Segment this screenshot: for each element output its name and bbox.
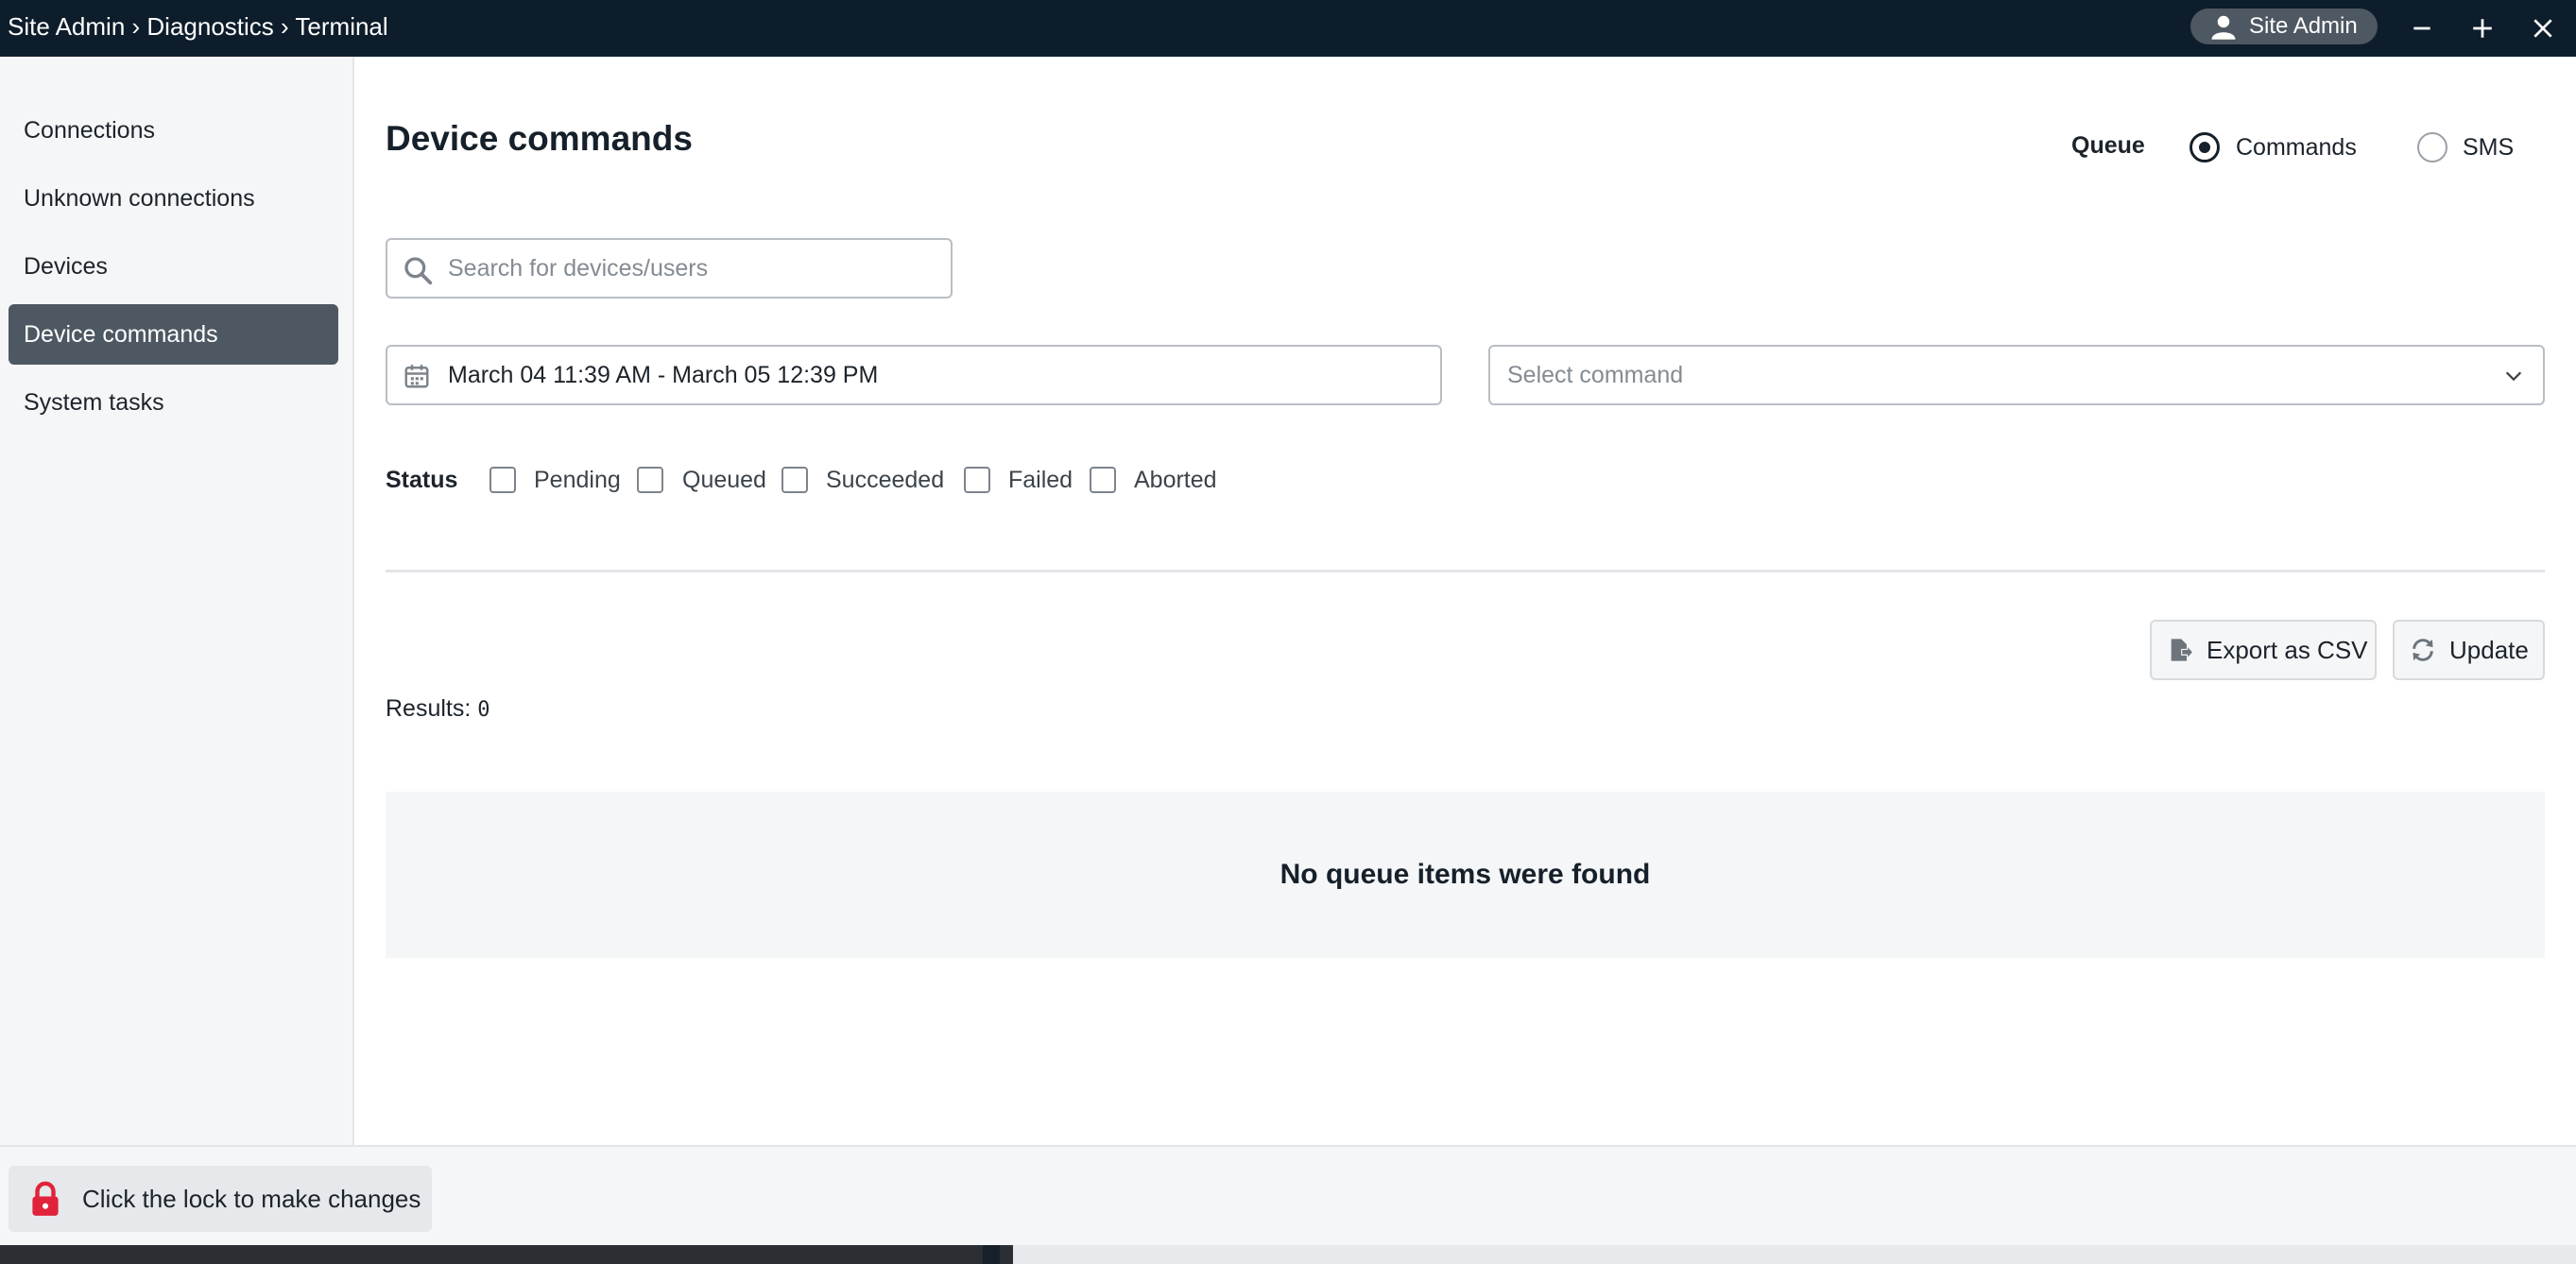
sidebar-item-system-tasks[interactable]: System tasks (9, 372, 338, 433)
status-checkbox-queued[interactable] (637, 467, 663, 493)
lock-button[interactable]: Click the lock to make changes (9, 1166, 432, 1232)
file-export-icon (2171, 639, 2192, 661)
empty-state: No queue items were found (386, 792, 2545, 958)
queue-radio-sms[interactable] (2417, 132, 2447, 162)
results-count: Results: 0 (386, 695, 490, 723)
results-value: 0 (477, 698, 490, 722)
close-icon (2533, 19, 2552, 38)
status-label-pending[interactable]: Pending (534, 465, 621, 495)
chevron-down-icon (2505, 371, 2522, 382)
app-window: Site Admin › Diagnostics › Terminal Site… (0, 0, 2576, 1245)
status-checkbox-aborted[interactable] (1090, 467, 1116, 493)
status-label-failed[interactable]: Failed (1008, 465, 1073, 495)
sidebar: Connections Unknown connections Devices … (0, 57, 354, 1145)
status-checkbox-succeeded[interactable] (781, 467, 808, 493)
background-pane (1013, 1245, 2576, 1264)
command-select-placeholder: Select command (1507, 362, 1684, 388)
footer-bar: Click the lock to make changes (0, 1145, 2576, 1245)
lock-label: Click the lock to make changes (82, 1184, 421, 1213)
search-field (386, 238, 953, 299)
status-label: Status (386, 467, 458, 493)
close-button[interactable] (2524, 9, 2562, 47)
refresh-icon (2413, 639, 2433, 661)
maximize-button[interactable] (2464, 9, 2501, 47)
background-window-strip (0, 1245, 2576, 1264)
sidebar-item-connections[interactable]: Connections (9, 100, 338, 161)
maximize-icon (2473, 19, 2492, 38)
update-button[interactable]: Update (2393, 620, 2545, 680)
main-content: Device commands Queue Commands SMS Searc… (356, 57, 2576, 1145)
page-title: Device commands (386, 119, 693, 158)
minimize-icon (2413, 26, 2430, 30)
user-menu-button[interactable]: Site Admin (2190, 9, 2378, 44)
title-bar: Site Admin › Diagnostics › Terminal Site… (0, 0, 2576, 57)
lock-icon (32, 1181, 59, 1216)
queue-radio-sms-label[interactable]: SMS (2463, 132, 2514, 162)
queue-radio-commands[interactable] (2190, 132, 2220, 162)
divider (386, 570, 2545, 572)
sidebar-item-devices[interactable]: Devices (9, 236, 338, 297)
status-label-succeeded[interactable]: Succeeded (826, 465, 944, 495)
status-checkbox-failed[interactable] (964, 467, 990, 493)
minimize-button[interactable] (2403, 9, 2441, 47)
search-icon (404, 257, 433, 285)
user-name: Site Admin (2249, 13, 2358, 39)
status-checkbox-pending[interactable] (489, 467, 516, 493)
calendar-icon (404, 365, 429, 388)
status-label-aborted[interactable]: Aborted (1134, 465, 1217, 495)
breadcrumb: Site Admin › Diagnostics › Terminal (8, 12, 388, 41)
date-range-picker[interactable]: March 04 11:39 AM - March 05 12:39 PM (386, 345, 1442, 405)
queue-radio-commands-label[interactable]: Commands (2236, 132, 2357, 162)
empty-state-message: No queue items were found (1279, 859, 1651, 890)
results-label: Results: (386, 695, 472, 722)
user-icon (2211, 15, 2236, 40)
search-input[interactable] (448, 242, 939, 295)
update-label: Update (2449, 635, 2529, 664)
status-label-queued[interactable]: Queued (682, 465, 766, 495)
sidebar-item-unknown-connections[interactable]: Unknown connections (9, 168, 338, 229)
date-range-value: March 04 11:39 AM - March 05 12:39 PM (448, 362, 879, 388)
sidebar-item-device-commands[interactable]: Device commands (9, 304, 338, 365)
queue-label: Queue (2071, 132, 2145, 159)
export-csv-label: Export as CSV (2207, 635, 2368, 664)
background-scroll-thumb (983, 1245, 1000, 1264)
command-select[interactable]: Select command (1488, 345, 2545, 405)
export-csv-button[interactable]: Export as CSV (2150, 620, 2377, 680)
